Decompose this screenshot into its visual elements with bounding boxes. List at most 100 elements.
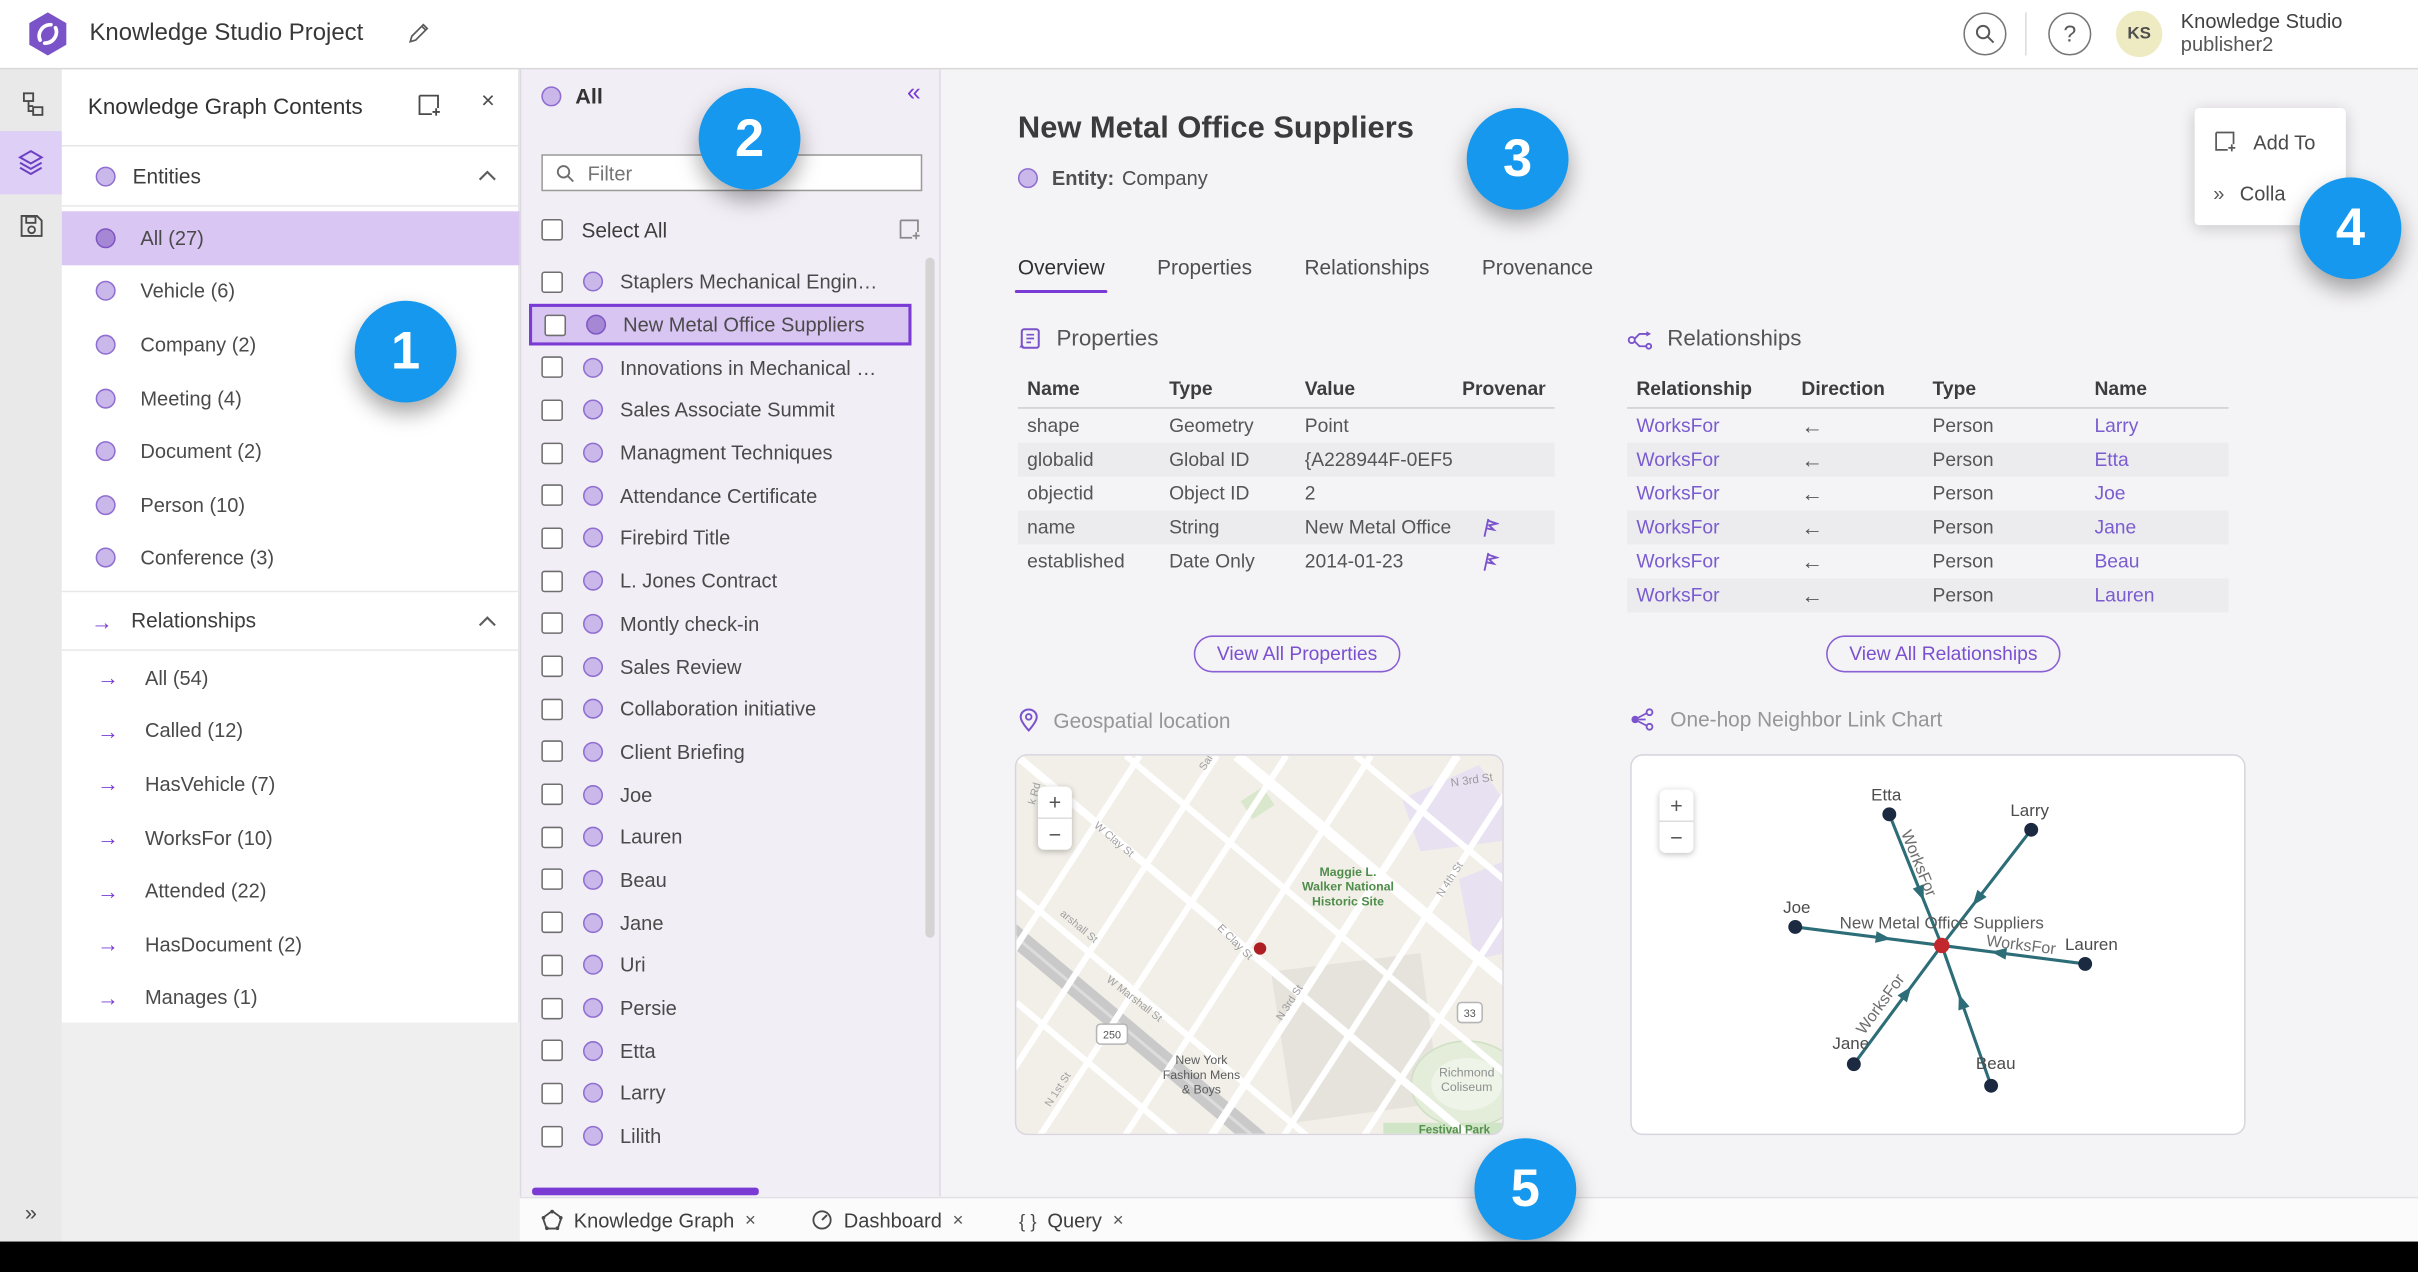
entity-type-item[interactable]: Meeting (4) [62, 371, 520, 424]
cell-relationship[interactable]: WorksFor [1627, 551, 1792, 573]
geospatial-map[interactable]: + − k Rd W Clay St Sal N 3rd St arshall … [1014, 754, 1504, 1136]
item-checkbox[interactable] [541, 1125, 563, 1147]
cell-relationship[interactable]: WorksFor [1627, 449, 1792, 471]
list-item[interactable]: Jane [521, 901, 916, 944]
item-checkbox[interactable] [541, 1039, 563, 1062]
close-tab-icon[interactable]: × [1113, 1209, 1124, 1231]
zoom-in-button[interactable]: + [1659, 790, 1694, 823]
table-row[interactable]: WorksFor ← Person Lauren [1627, 578, 2229, 613]
item-checkbox[interactable] [541, 271, 563, 293]
layers-tool-button[interactable] [12, 143, 49, 180]
user-menu[interactable]: Knowledge Studio publisher2 [2181, 9, 2343, 55]
table-row[interactable]: name String New Metal Office ... [1017, 510, 1555, 545]
table-row[interactable]: WorksFor ← Person Jane [1627, 510, 2229, 545]
list-item[interactable]: Attendance Certificate [521, 474, 916, 517]
cell-relationship[interactable]: WorksFor [1627, 517, 1792, 539]
cell-relationship[interactable]: WorksFor [1627, 483, 1792, 505]
zoom-in-button[interactable]: + [1037, 787, 1072, 819]
graph-node[interactable] [2078, 956, 2093, 971]
add-to-menu-item[interactable]: Add To [2213, 130, 2315, 155]
list-item[interactable]: Client Briefing [521, 730, 916, 773]
tab-relationships[interactable]: Relationships [1304, 256, 1429, 293]
list-item[interactable]: Persie [521, 987, 916, 1030]
table-row[interactable]: established Date Only 2014-01-23 [1018, 544, 1555, 578]
cell-provenance[interactable] [1453, 517, 1546, 539]
list-item[interactable]: Joe [521, 773, 916, 816]
cell-name[interactable]: Etta [2085, 449, 2216, 471]
rail-expand-button[interactable]: » [12, 1194, 49, 1231]
center-node[interactable] [1934, 937, 1950, 954]
bottom-tab-dashboard[interactable]: Dashboard × [811, 1208, 964, 1232]
add-layer-button[interactable] [416, 93, 442, 119]
item-checkbox[interactable] [541, 954, 563, 977]
collapse-menu-item[interactable]: » Colla [2213, 182, 2285, 205]
relationship-type-item[interactable]: → Attended (22) [62, 864, 520, 917]
relationship-type-item[interactable]: → HasDocument (2) [62, 918, 520, 971]
item-checkbox[interactable] [541, 527, 563, 550]
item-checkbox[interactable] [541, 997, 563, 1019]
relationship-type-item[interactable]: → WorksFor (10) [62, 811, 520, 864]
item-checkbox[interactable] [541, 911, 563, 934]
relationship-type-item[interactable]: → All (54) [62, 651, 520, 704]
table-row[interactable]: globalid Global ID {A228944F-0EF5-... [1017, 442, 1555, 477]
edit-title-icon[interactable] [407, 22, 430, 45]
graph-node[interactable] [1788, 919, 1803, 934]
item-checkbox[interactable] [541, 484, 563, 507]
zoom-out-button[interactable]: − [1038, 819, 1072, 850]
graph-node[interactable] [1846, 1057, 1861, 1072]
item-checkbox[interactable] [541, 655, 563, 678]
cell-name[interactable]: Lauren [2085, 585, 2216, 607]
view-all-relationships-button[interactable]: View All Relationships [1826, 635, 2061, 673]
item-checkbox[interactable] [541, 1082, 563, 1105]
list-item[interactable]: Etta [521, 1029, 916, 1072]
item-checkbox[interactable] [544, 313, 567, 336]
list-item[interactable]: Sales Review [521, 645, 916, 688]
list-item[interactable]: Larry [521, 1072, 916, 1115]
item-checkbox[interactable] [541, 869, 563, 891]
chevron-up-icon[interactable] [478, 170, 497, 182]
list-item[interactable]: Beau [521, 858, 916, 901]
item-checkbox[interactable] [541, 826, 563, 848]
list-item[interactable]: Staplers Mechanical Engineering [521, 261, 916, 304]
list-item[interactable]: Sales Associate Summit [521, 389, 916, 432]
item-checkbox[interactable] [541, 698, 563, 720]
avatar[interactable]: KS [2116, 10, 2163, 58]
search-button[interactable] [1963, 12, 2007, 56]
list-item[interactable]: Managment Techniques [521, 431, 916, 474]
table-row[interactable]: objectid Object ID 2 [1018, 477, 1555, 511]
table-row[interactable]: shape Geometry Point [1018, 409, 1555, 443]
collapse-panel-button[interactable]: « [907, 80, 921, 108]
graph-node[interactable] [1984, 1078, 1999, 1093]
graph-node[interactable] [1882, 807, 1897, 822]
list-item[interactable]: Lauren [521, 816, 916, 859]
relationships-section-header[interactable]: → Relationships [61, 590, 519, 651]
relationship-type-item[interactable]: → HasVehicle (7) [62, 758, 520, 811]
item-checkbox[interactable] [541, 612, 563, 635]
bottom-tab-knowledge-graph[interactable]: Knowledge Graph × [541, 1208, 756, 1232]
entities-section-header[interactable]: Entities [61, 147, 519, 207]
list-item[interactable]: Innovations in Mechanical Engin... [521, 346, 916, 389]
chevron-up-icon[interactable] [478, 615, 497, 627]
link-chart-card[interactable]: + − WorksFor WorksFor WorksFor Etta Larry Joe… [1630, 754, 2246, 1136]
close-tab-icon[interactable]: × [953, 1209, 964, 1231]
cell-name[interactable]: Jane [2085, 517, 2216, 539]
item-checkbox[interactable] [541, 570, 563, 592]
list-item[interactable]: Collaboration initiative [521, 688, 916, 731]
cell-relationship[interactable]: WorksFor [1627, 585, 1792, 607]
relationship-type-item[interactable]: → Manages (1) [62, 971, 520, 1024]
tab-overview[interactable]: Overview [1014, 256, 1109, 294]
table-row[interactable]: WorksFor ← Person Etta [1627, 442, 2229, 477]
list-item[interactable]: New Metal Office Suppliers [529, 303, 912, 347]
save-tool-button[interactable] [12, 207, 49, 244]
graph-node[interactable] [2024, 822, 2039, 837]
list-item[interactable]: Firebird Title [521, 517, 916, 560]
zoom-out-button[interactable]: − [1660, 822, 1694, 853]
cell-relationship[interactable]: WorksFor [1627, 415, 1792, 437]
table-row[interactable]: WorksFor ← Person Beau [1627, 544, 2228, 578]
cell-name[interactable]: Joe [2085, 483, 2216, 505]
entity-type-item[interactable]: All (27) [61, 211, 520, 265]
close-panel-button[interactable]: × [481, 88, 495, 114]
list-item[interactable]: Uri [521, 944, 916, 987]
table-row[interactable]: WorksFor ← Person Joe [1627, 477, 2228, 511]
list-item[interactable]: Lilith [521, 1115, 916, 1158]
